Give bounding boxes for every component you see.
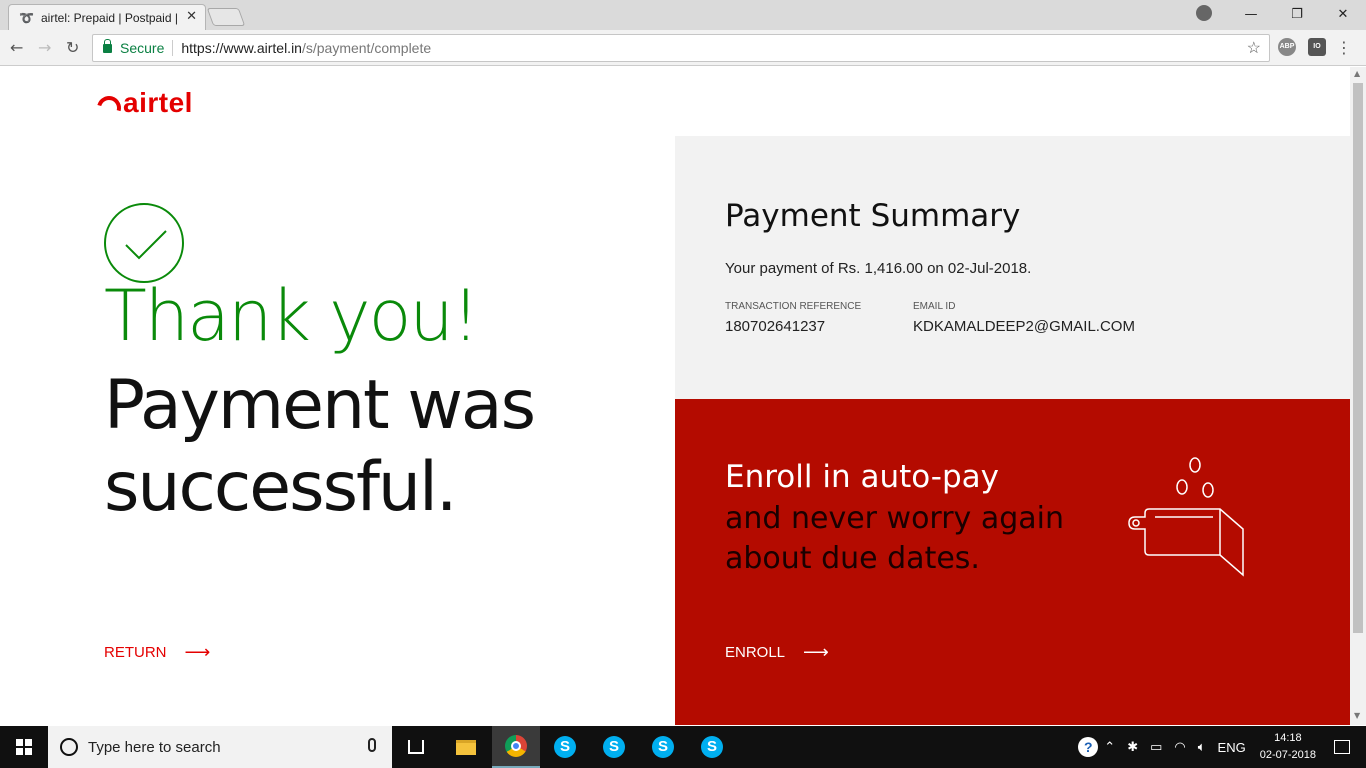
file-explorer-button[interactable] [442,726,490,768]
windows-taskbar: Type here to search S S S S ? ⌃ ✱ ▭ ◠ 🔈︎… [0,726,1366,768]
taskbar-search[interactable]: Type here to search [48,726,392,768]
language-indicator[interactable]: ENG [1218,740,1246,755]
cortana-icon [60,738,78,756]
adblock-extension-icon[interactable]: ABP [1278,38,1296,56]
arrow-right-icon: ⟶ [803,642,829,662]
microphone-icon[interactable] [368,738,376,752]
page-scrollbar[interactable]: ▲ ▼ [1350,67,1366,725]
clock[interactable]: 14:18 02-07-2018 [1260,730,1316,764]
omnibox-divider [172,40,174,56]
new-tab-button[interactable] [206,8,246,26]
success-message: Payment was successful. [104,366,536,527]
tab-close-icon[interactable]: ✕ [186,9,197,24]
transaction-reference-value: 180702641237 [725,318,826,335]
airtel-favicon-icon: ➰ [19,10,34,25]
summary-title: Payment Summary [725,198,1021,234]
tab-title: airtel: Prepaid | Postpaid | [41,10,178,25]
address-bar[interactable]: Secure https://www.airtel.in/s/payment/c… [92,34,1270,62]
start-button[interactable] [0,726,48,768]
minimize-button[interactable]: — [1228,0,1274,28]
return-label: RETURN [104,644,167,661]
search-placeholder: Type here to search [88,738,221,756]
skype-taskbar-button[interactable]: S [639,726,687,768]
extension-icon[interactable]: IO [1308,38,1326,56]
scroll-thumb[interactable] [1353,83,1363,633]
browser-tabstrip: ➰ airtel: Prepaid | Postpaid | ✕ — ❐ ✕ [0,0,1366,30]
scroll-up-icon[interactable]: ▲ [1354,69,1360,78]
restore-button[interactable]: ❐ [1274,0,1320,28]
skype-icon: S [652,736,674,758]
payment-details: Your payment of Rs. 1,416.00 on 02-Jul-2… [725,260,1032,277]
bookmark-star-icon[interactable]: ☆ [1247,38,1261,58]
clock-time: 14:18 [1274,732,1302,744]
enroll-link[interactable]: ENROLL ⟶ [725,642,829,663]
airtel-logo[interactable]: airtel [95,87,193,119]
skype-taskbar-button[interactable]: S [688,726,736,768]
task-view-icon [408,740,424,754]
volume-icon[interactable]: 🔈︎ [1198,739,1206,755]
help-icon[interactable]: ? [1078,737,1099,757]
windows-icon [16,739,32,755]
logo-text: airtel [123,87,193,118]
wallet-icon [1128,457,1244,577]
autopay-panel: Enroll in auto-pay and never worry again… [675,399,1350,725]
url-host: https://www.airtel.in [181,40,302,56]
task-view-button[interactable] [392,726,440,768]
scroll-down-icon[interactable]: ▼ [1354,711,1360,720]
lock-icon [103,38,112,53]
enroll-label: ENROLL [725,644,786,661]
autopay-title: Enroll in auto-pay [725,459,1000,495]
skype-icon: S [554,736,576,758]
return-link[interactable]: RETURN ⟶ [104,642,210,663]
settings-icon[interactable]: ✱ [1127,739,1138,755]
skype-icon: S [603,736,625,758]
browser-tab[interactable]: ➰ airtel: Prepaid | Postpaid | ✕ [8,4,206,30]
url-path: /s/payment/complete [301,40,432,56]
profile-icon[interactable] [1196,5,1212,21]
folder-icon [456,739,476,755]
secure-label: Secure [120,40,165,56]
system-tray: ? ⌃ ✱ ▭ ◠ 🔈︎ ENG 14:18 02-07-2018 [1078,726,1366,768]
chrome-taskbar-button[interactable] [492,726,540,768]
back-icon[interactable]: ← [10,38,23,57]
skype-icon: S [701,736,723,758]
show-hidden-icons-icon[interactable]: ⌃ [1104,739,1115,755]
battery-icon[interactable]: ▭ [1150,739,1162,755]
autopay-subtitle: and never worry again about due dates. [725,501,1065,576]
forward-icon[interactable]: → [38,38,51,57]
payment-summary-panel: Payment Summary Your payment of Rs. 1,41… [675,136,1350,399]
airtel-logo-icon [95,92,117,114]
close-window-button[interactable]: ✕ [1320,0,1366,28]
thank-you-heading: Thank you! [104,275,480,357]
page-content: airtel Thank you! Payment was successful… [0,67,1350,725]
wifi-icon[interactable]: ◠ [1174,739,1185,755]
arrow-right-icon: ⟶ [184,642,211,662]
clock-date: 02-07-2018 [1259,749,1316,761]
email-value: KDKAMALDEEP2@GMAIL.COM [913,318,1135,335]
reload-icon[interactable]: ↻ [66,38,79,57]
transaction-reference-label: TRANSACTION REFERENCE [725,301,862,312]
browser-toolbar: ← → ↻ Secure https://www.airtel.in/s/pay… [0,30,1366,66]
chrome-menu-icon[interactable]: ⋮ [1336,38,1352,57]
skype-taskbar-button[interactable]: S [590,726,638,768]
skype-taskbar-button[interactable]: S [541,726,589,768]
window-controls: — ❐ ✕ [1228,0,1366,28]
notifications-icon[interactable] [1334,740,1350,754]
check-icon [104,203,184,283]
chrome-icon [505,735,527,757]
email-label: EMAIL ID [913,301,956,312]
